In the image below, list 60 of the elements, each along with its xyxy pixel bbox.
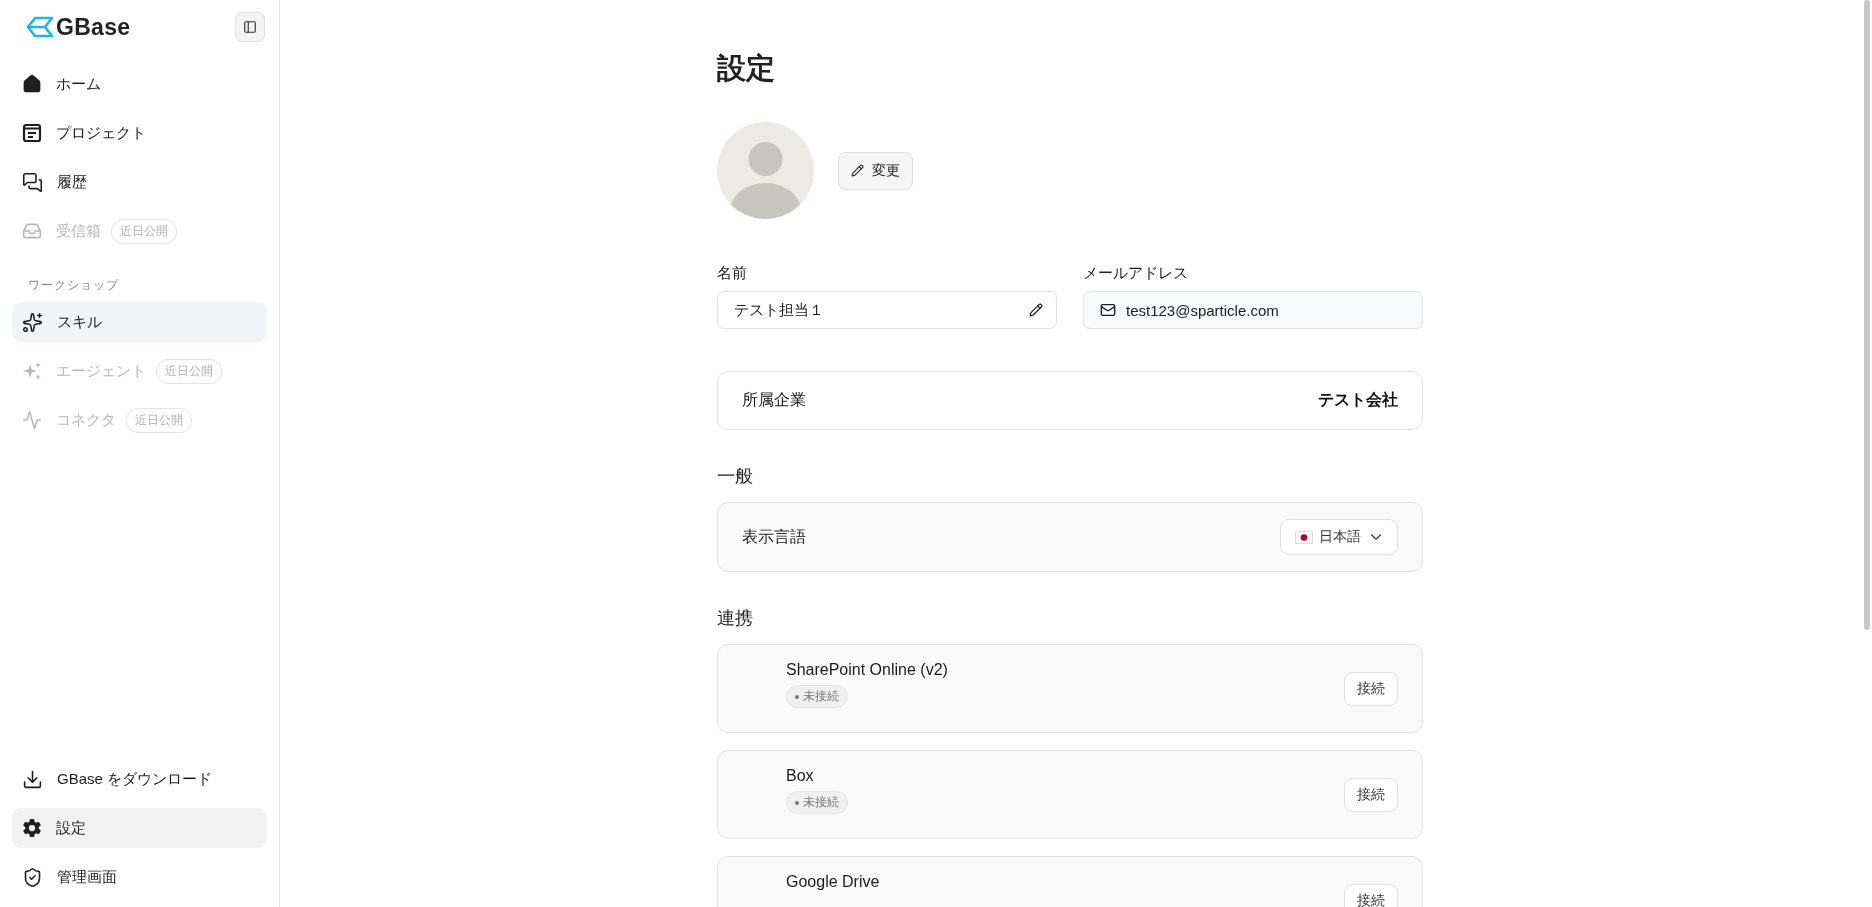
company-name: テスト会社 <box>1318 390 1398 410</box>
pencil-icon[interactable] <box>1029 303 1043 317</box>
nav-label: エージェント <box>56 361 146 381</box>
line-chart-icon <box>22 410 42 430</box>
nav-item-selected[interactable]: 設定 <box>12 808 267 848</box>
connection-status: 未接続 <box>786 791 848 814</box>
home-icon <box>22 74 42 94</box>
section-title: ワークショップ <box>27 277 120 294</box>
nav-label: 履歴 <box>57 172 87 192</box>
coming-soon-badge: 近日公開 <box>156 358 222 384</box>
page-title: 設定 <box>717 51 776 86</box>
connect-button[interactable]: 接続 <box>1344 672 1398 706</box>
section-heading: 一般 <box>717 465 754 488</box>
nav-item[interactable]: GBase をダウンロード <box>12 759 267 799</box>
nav-label: スキル <box>57 312 102 332</box>
nav-label: ホーム <box>56 74 101 94</box>
coming-soon-badge: 近日公開 <box>111 218 177 244</box>
connection-status: 未接続 <box>786 685 848 708</box>
language-select[interactable]: 日本語 <box>1280 519 1398 555</box>
change-avatar-button[interactable]: 変更 <box>838 151 913 190</box>
nav-item[interactable]: ホーム <box>12 64 267 104</box>
name-field[interactable]: テスト担当１ <box>717 291 1057 329</box>
nav-item[interactable]: プロジェクト <box>12 113 267 153</box>
nav-label: 受信箱 <box>56 221 101 241</box>
integration-name: Google Drive <box>786 873 880 891</box>
coming-soon-badge: 近日公開 <box>126 407 192 433</box>
inbox-icon <box>22 221 42 241</box>
connect-button[interactable]: 接続 <box>1344 884 1398 907</box>
integration-name: Box <box>786 767 814 785</box>
logo-icon <box>26 16 54 38</box>
nav-item-selected[interactable]: スキル <box>12 302 267 342</box>
connect-button[interactable]: 接続 <box>1344 778 1398 812</box>
settings-icon <box>22 818 42 838</box>
field-label: 名前 <box>717 264 748 283</box>
mail-icon <box>1100 302 1116 318</box>
nav-item[interactable]: 管理画面 <box>12 857 267 897</box>
sidebar-toggle-button[interactable] <box>235 12 265 42</box>
shield-check-icon <box>22 866 43 888</box>
nav-label: プロジェクト <box>56 123 146 143</box>
email-field[interactable]: test123@sparticle.com <box>1083 291 1423 329</box>
nav-label: GBase をダウンロード <box>57 769 213 789</box>
panel-icon <box>243 20 257 34</box>
section-heading: 連携 <box>717 607 754 630</box>
card-label: 表示言語 <box>742 526 806 547</box>
nav-item[interactable]: 履歴 <box>12 162 267 202</box>
sparkles-icon <box>22 311 43 333</box>
flag-icon <box>1295 530 1313 544</box>
nav-label: コネクタ <box>56 410 116 430</box>
download-icon <box>22 768 43 790</box>
nav-label: 管理画面 <box>57 867 117 887</box>
field-label: メールアドレス <box>1083 264 1189 283</box>
pencil-icon <box>851 164 864 177</box>
chat-bubbles-icon <box>22 171 43 193</box>
scrollbar[interactable] <box>1864 0 1870 630</box>
integration-name: SharePoint Online (v2) <box>786 661 948 679</box>
nav-label: 設定 <box>56 818 86 838</box>
card-label: 所属企業 <box>742 390 806 410</box>
document-icon <box>22 123 42 143</box>
sparkles-icon <box>22 361 42 381</box>
logo-text: GBase <box>56 13 131 41</box>
